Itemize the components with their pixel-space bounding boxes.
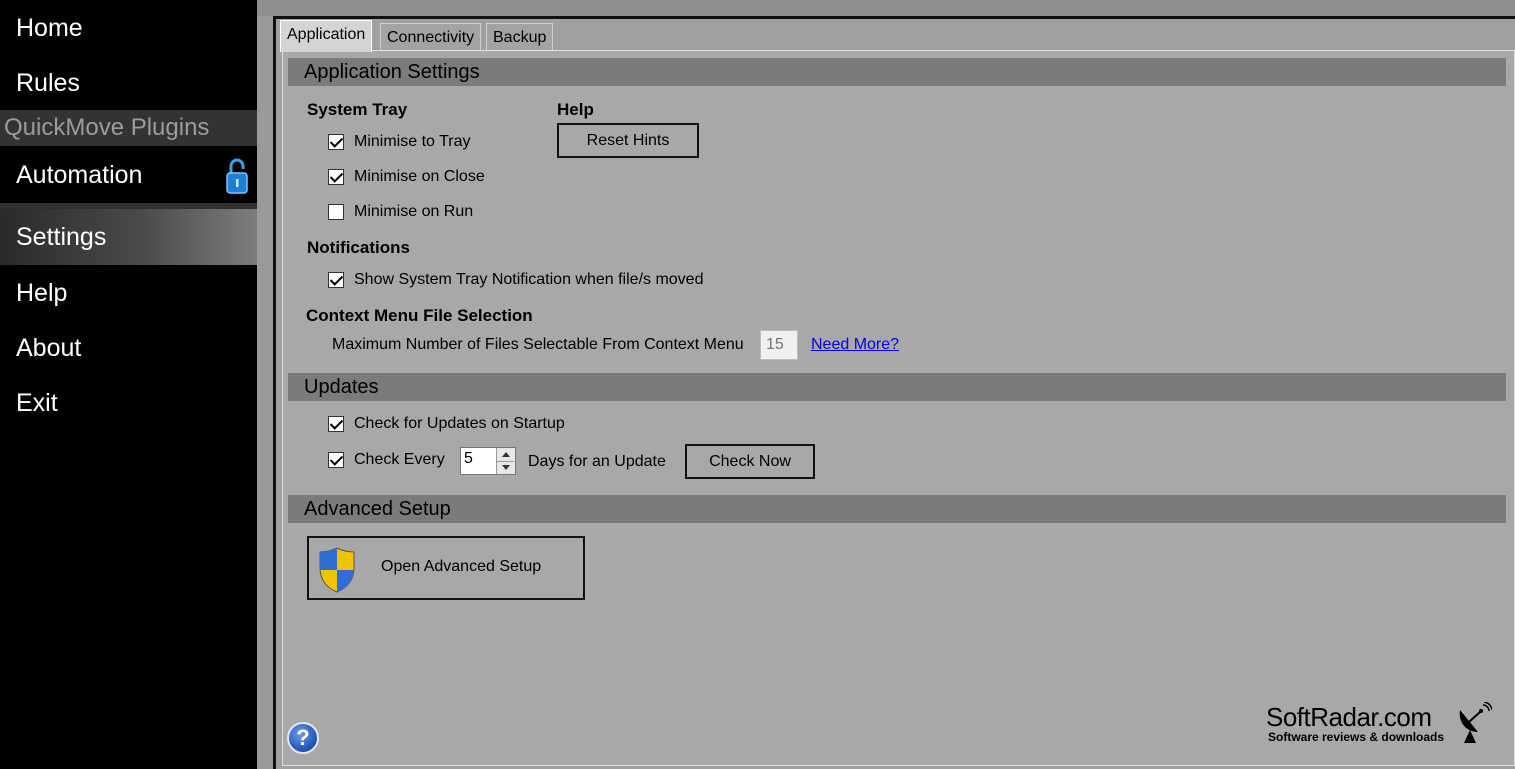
system-tray-label: System Tray [307,100,408,119]
checkbox-label: Minimise to Tray [354,133,471,150]
days-stepper[interactable]: 5 [460,447,516,475]
help-group-label: Help [557,100,594,119]
notifications-label: Notifications [307,238,410,257]
checkbox-label: Check Every [354,451,445,468]
nav-section-quickmove-plugins: QuickMove Plugins [0,110,257,146]
context-menu-label: Context Menu File Selection [306,306,533,325]
minimise-on-close-checkbox[interactable]: Minimise on Close [328,166,485,188]
lock-icon [226,158,248,194]
days-value: 5 [464,450,473,467]
checkbox-label: Show System Tray Notification when file/… [354,271,704,288]
show-tray-notification-checkbox[interactable]: Show System Tray Notification when file/… [328,269,703,291]
checkbox-box[interactable] [328,134,344,150]
application-settings-header: Application Settings [288,58,1506,86]
nav-home[interactable]: Home [0,3,257,53]
updates-header: Updates [288,373,1506,401]
application-panel: Application Settings System Tray Minimis… [282,50,1515,766]
open-advanced-setup-button[interactable]: Open Advanced Setup [307,536,585,600]
minimise-on-run-checkbox[interactable]: Minimise on Run [328,201,473,223]
tab-application[interactable]: Application [280,20,373,52]
checkbox-box[interactable] [328,452,344,468]
check-updates-startup-checkbox[interactable]: Check for Updates on Startup [328,413,565,435]
settings-frame: Application Connectivity Backup Applicat… [273,16,1515,769]
nav-automation-label: Automation [16,161,143,189]
check-now-button[interactable]: Check Now [685,444,815,479]
stepper-down-icon[interactable] [497,461,514,474]
satellite-dish-icon [1459,702,1492,743]
stepper-up-icon[interactable] [497,448,514,462]
top-bar [257,0,1515,16]
tab-connectivity[interactable]: Connectivity [380,23,482,51]
checkbox-box[interactable] [328,272,344,288]
checkbox-label: Check for Updates on Startup [354,415,565,432]
uac-shield-icon [319,547,355,593]
checkbox-box[interactable] [328,169,344,185]
watermark-title: SoftRadar.com [1266,702,1432,732]
sidebar: Home Rules QuickMove Plugins Automation … [0,0,257,769]
open-advanced-setup-label: Open Advanced Setup [381,558,542,575]
need-more-link[interactable]: Need More? [811,336,899,354]
checkbox-box[interactable] [328,416,344,432]
minimise-to-tray-checkbox[interactable]: Minimise to Tray [328,131,470,153]
nav-automation[interactable]: Automation [0,147,257,203]
nav-about[interactable]: About [0,323,257,373]
max-files-input[interactable]: 15 [760,330,798,360]
days-suffix-label: Days for an Update [528,453,666,470]
nav-help[interactable]: Help [0,268,257,318]
checkbox-label: Minimise on Close [354,168,485,185]
question-icon[interactable]: ? [287,722,319,754]
tab-backup[interactable]: Backup [486,23,554,51]
nav-rules[interactable]: Rules [0,58,257,108]
checkbox-label: Minimise on Run [354,203,474,220]
checkbox-box[interactable] [328,204,344,220]
nav-exit[interactable]: Exit [0,378,257,428]
watermark-subtitle: Software reviews & downloads [1268,730,1445,744]
max-files-label: Maximum Number of Files Selectable From … [332,336,744,353]
stepper-buttons [496,448,515,474]
reset-hints-button[interactable]: Reset Hints [557,123,699,158]
advanced-setup-header: Advanced Setup [288,495,1506,523]
check-every-checkbox[interactable]: Check Every [328,449,445,471]
watermark: SoftRadar.com Software reviews & downloa… [1266,702,1496,752]
nav-settings[interactable]: Settings [0,209,257,265]
